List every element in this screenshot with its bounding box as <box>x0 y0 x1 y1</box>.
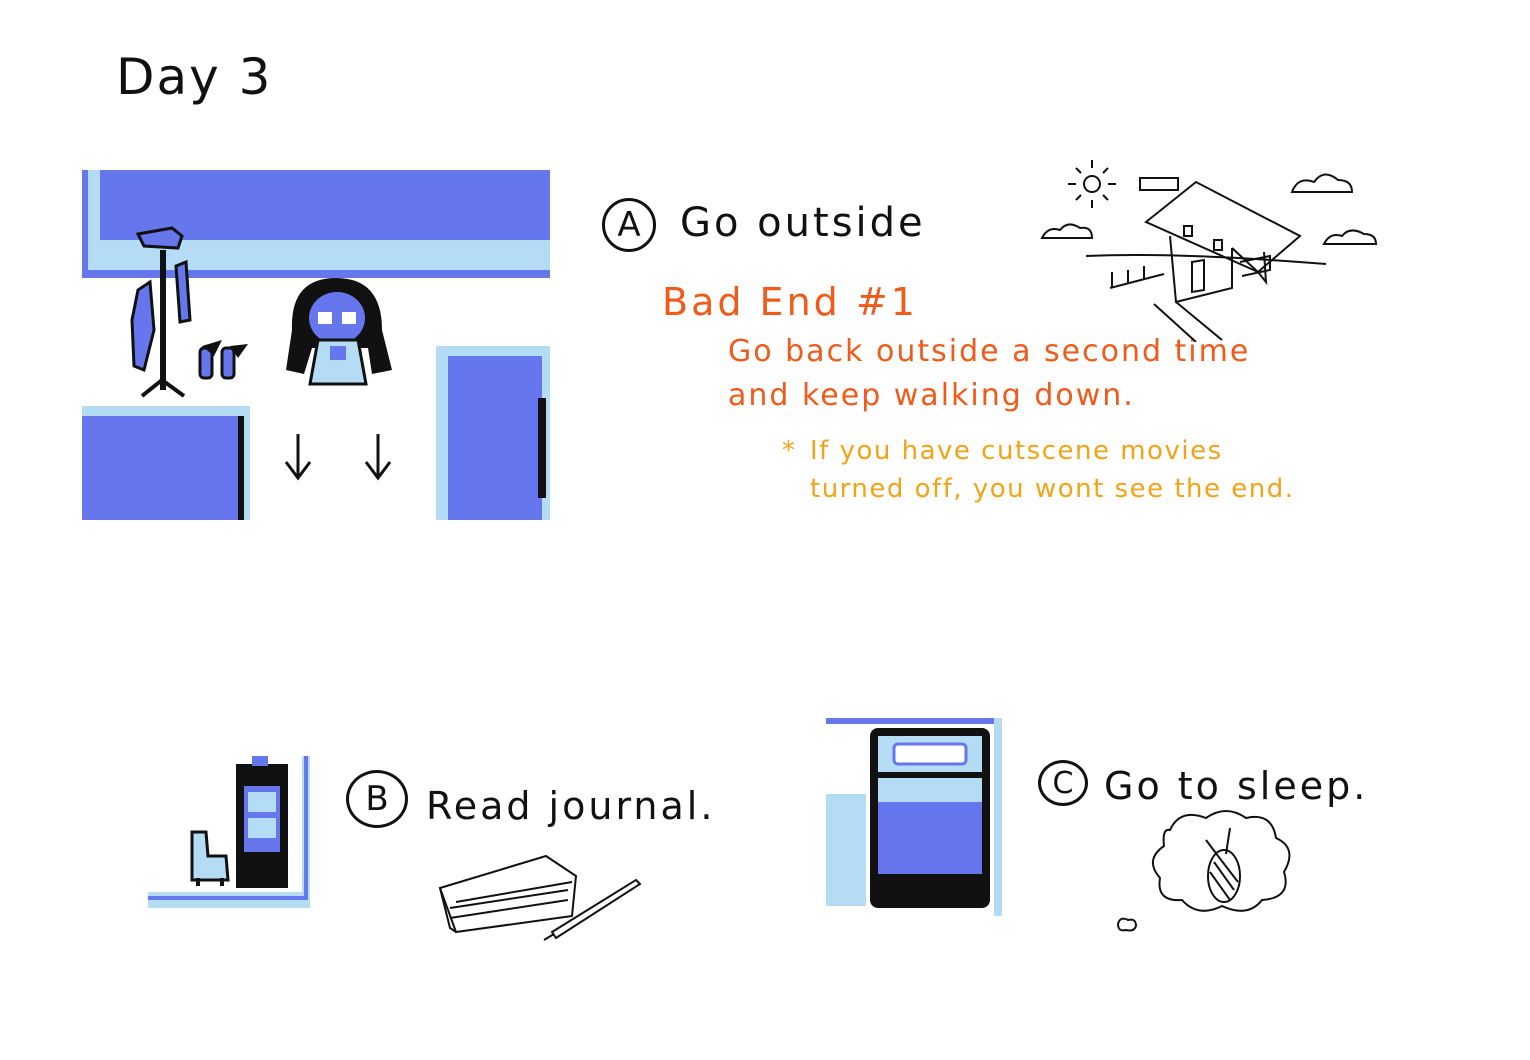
option-a-badge: A <box>602 198 656 252</box>
bed-icon <box>870 728 990 908</box>
note-asterisk: * <box>782 436 797 466</box>
bad-end-line-2: and keep walking down. <box>728 378 1135 413</box>
house-sketch-icon <box>1036 152 1381 342</box>
journal-sketch-icon <box>436 852 642 944</box>
option-b-label: Read journal. <box>426 784 716 828</box>
option-c-badge: C <box>1038 760 1088 806</box>
bookshelf-icon <box>236 756 288 888</box>
option-c-label: Go to sleep. <box>1104 764 1369 808</box>
game-scene-hallway <box>82 170 550 520</box>
option-b-badge: B <box>346 770 408 828</box>
bad-end-title: Bad End #1 <box>662 280 918 324</box>
note-line-2: turned off, you wont see the end. <box>810 474 1295 504</box>
game-scene-journal <box>148 756 310 908</box>
game-scene-bed <box>826 718 1002 916</box>
chair-icon <box>190 830 230 886</box>
thought-bubble-icon <box>1110 806 1306 940</box>
note-line-1: If you have cutscene movies <box>810 436 1223 466</box>
day-title: Day 3 <box>116 48 273 106</box>
option-a-label: Go outside <box>680 200 926 246</box>
